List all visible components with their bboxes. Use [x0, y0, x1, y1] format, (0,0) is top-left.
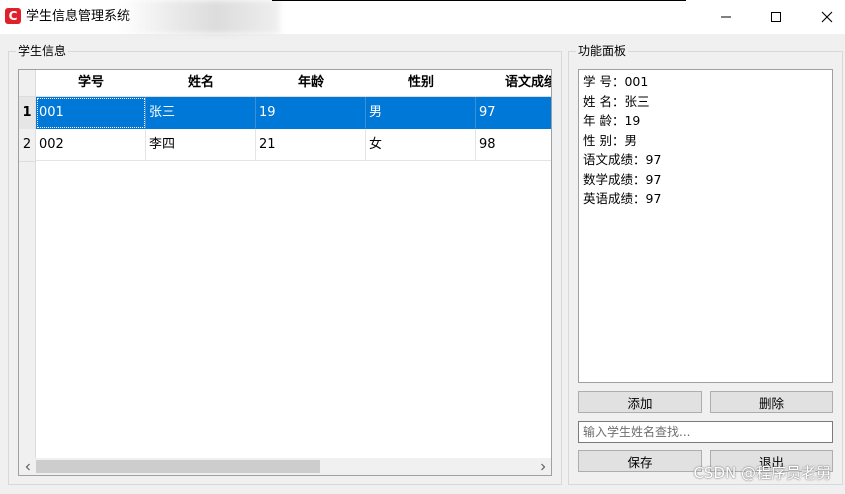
scrollbar-thumb[interactable]	[36, 460, 320, 473]
student-table[interactable]: 学号 姓名 年龄 性别 语文成绩 1 2 001 张三 19 男 97 002 …	[18, 69, 552, 476]
table-row[interactable]: 001 张三 19 男 97	[36, 97, 551, 129]
window-title: 学生信息管理系统	[26, 9, 131, 24]
detail-gender: 性 别：男	[583, 132, 637, 148]
app-icon: C	[5, 8, 21, 24]
delete-button[interactable]: 删除	[710, 391, 833, 413]
maximize-icon	[771, 12, 781, 22]
scroll-left-icon[interactable]	[19, 458, 36, 475]
detail-math-score: 数学成绩：97	[583, 171, 662, 187]
row-header[interactable]: 2	[19, 129, 35, 162]
detail-age: 年 龄：19	[583, 113, 641, 128]
title-divider	[272, 0, 686, 1]
table-cell[interactable]: 19	[256, 97, 366, 129]
maximize-button[interactable]	[753, 0, 799, 34]
minimize-icon	[721, 16, 731, 18]
column-header-chinese-score[interactable]: 语文成绩	[476, 70, 551, 97]
table-cell[interactable]: 男	[366, 97, 476, 129]
detail-english-score: 英语成绩：97	[583, 191, 662, 206]
table-corner	[19, 70, 35, 97]
watermark: CSDN @程序员老舅	[693, 464, 831, 482]
student-info-group-label: 学生信息	[16, 43, 69, 59]
close-icon	[821, 11, 833, 23]
column-header-age[interactable]: 年龄	[256, 70, 367, 97]
table-cell[interactable]: 002	[36, 129, 146, 161]
table-cell[interactable]: 张三	[146, 97, 256, 129]
column-header-name[interactable]: 姓名	[146, 70, 257, 97]
minimize-button[interactable]	[703, 0, 749, 34]
horizontal-scrollbar[interactable]	[19, 458, 551, 475]
scroll-right-icon[interactable]	[534, 458, 551, 475]
table-cell[interactable]: 21	[256, 129, 366, 161]
close-button[interactable]	[804, 0, 845, 34]
detail-name: 姓 名：张三	[583, 93, 650, 109]
table-cell[interactable]: 女	[366, 129, 476, 161]
table-cell[interactable]: 98	[476, 129, 551, 161]
student-detail-box[interactable]: 学 号：001 姓 名：张三 年 龄：19 性 别：男 语文成绩：97 数学成绩…	[578, 69, 833, 383]
search-input[interactable]	[578, 421, 833, 443]
title-bar: C 学生信息管理系统	[0, 0, 845, 34]
table-cell[interactable]: 001	[36, 97, 146, 129]
column-header-id[interactable]: 学号	[36, 70, 147, 97]
save-button[interactable]: 保存	[578, 450, 702, 472]
add-button[interactable]: 添加	[578, 391, 702, 413]
table-cell[interactable]: 李四	[146, 129, 256, 161]
column-header-gender[interactable]: 性别	[366, 70, 477, 97]
row-header[interactable]: 1	[19, 97, 35, 130]
function-panel-label: 功能面板	[576, 43, 629, 59]
title-blur	[120, 0, 280, 34]
detail-id: 学 号：001	[583, 74, 649, 89]
detail-chinese-score: 语文成绩：97	[583, 152, 662, 167]
table-cell[interactable]: 97	[476, 97, 551, 129]
table-row[interactable]: 002 李四 21 女 98	[36, 129, 551, 161]
